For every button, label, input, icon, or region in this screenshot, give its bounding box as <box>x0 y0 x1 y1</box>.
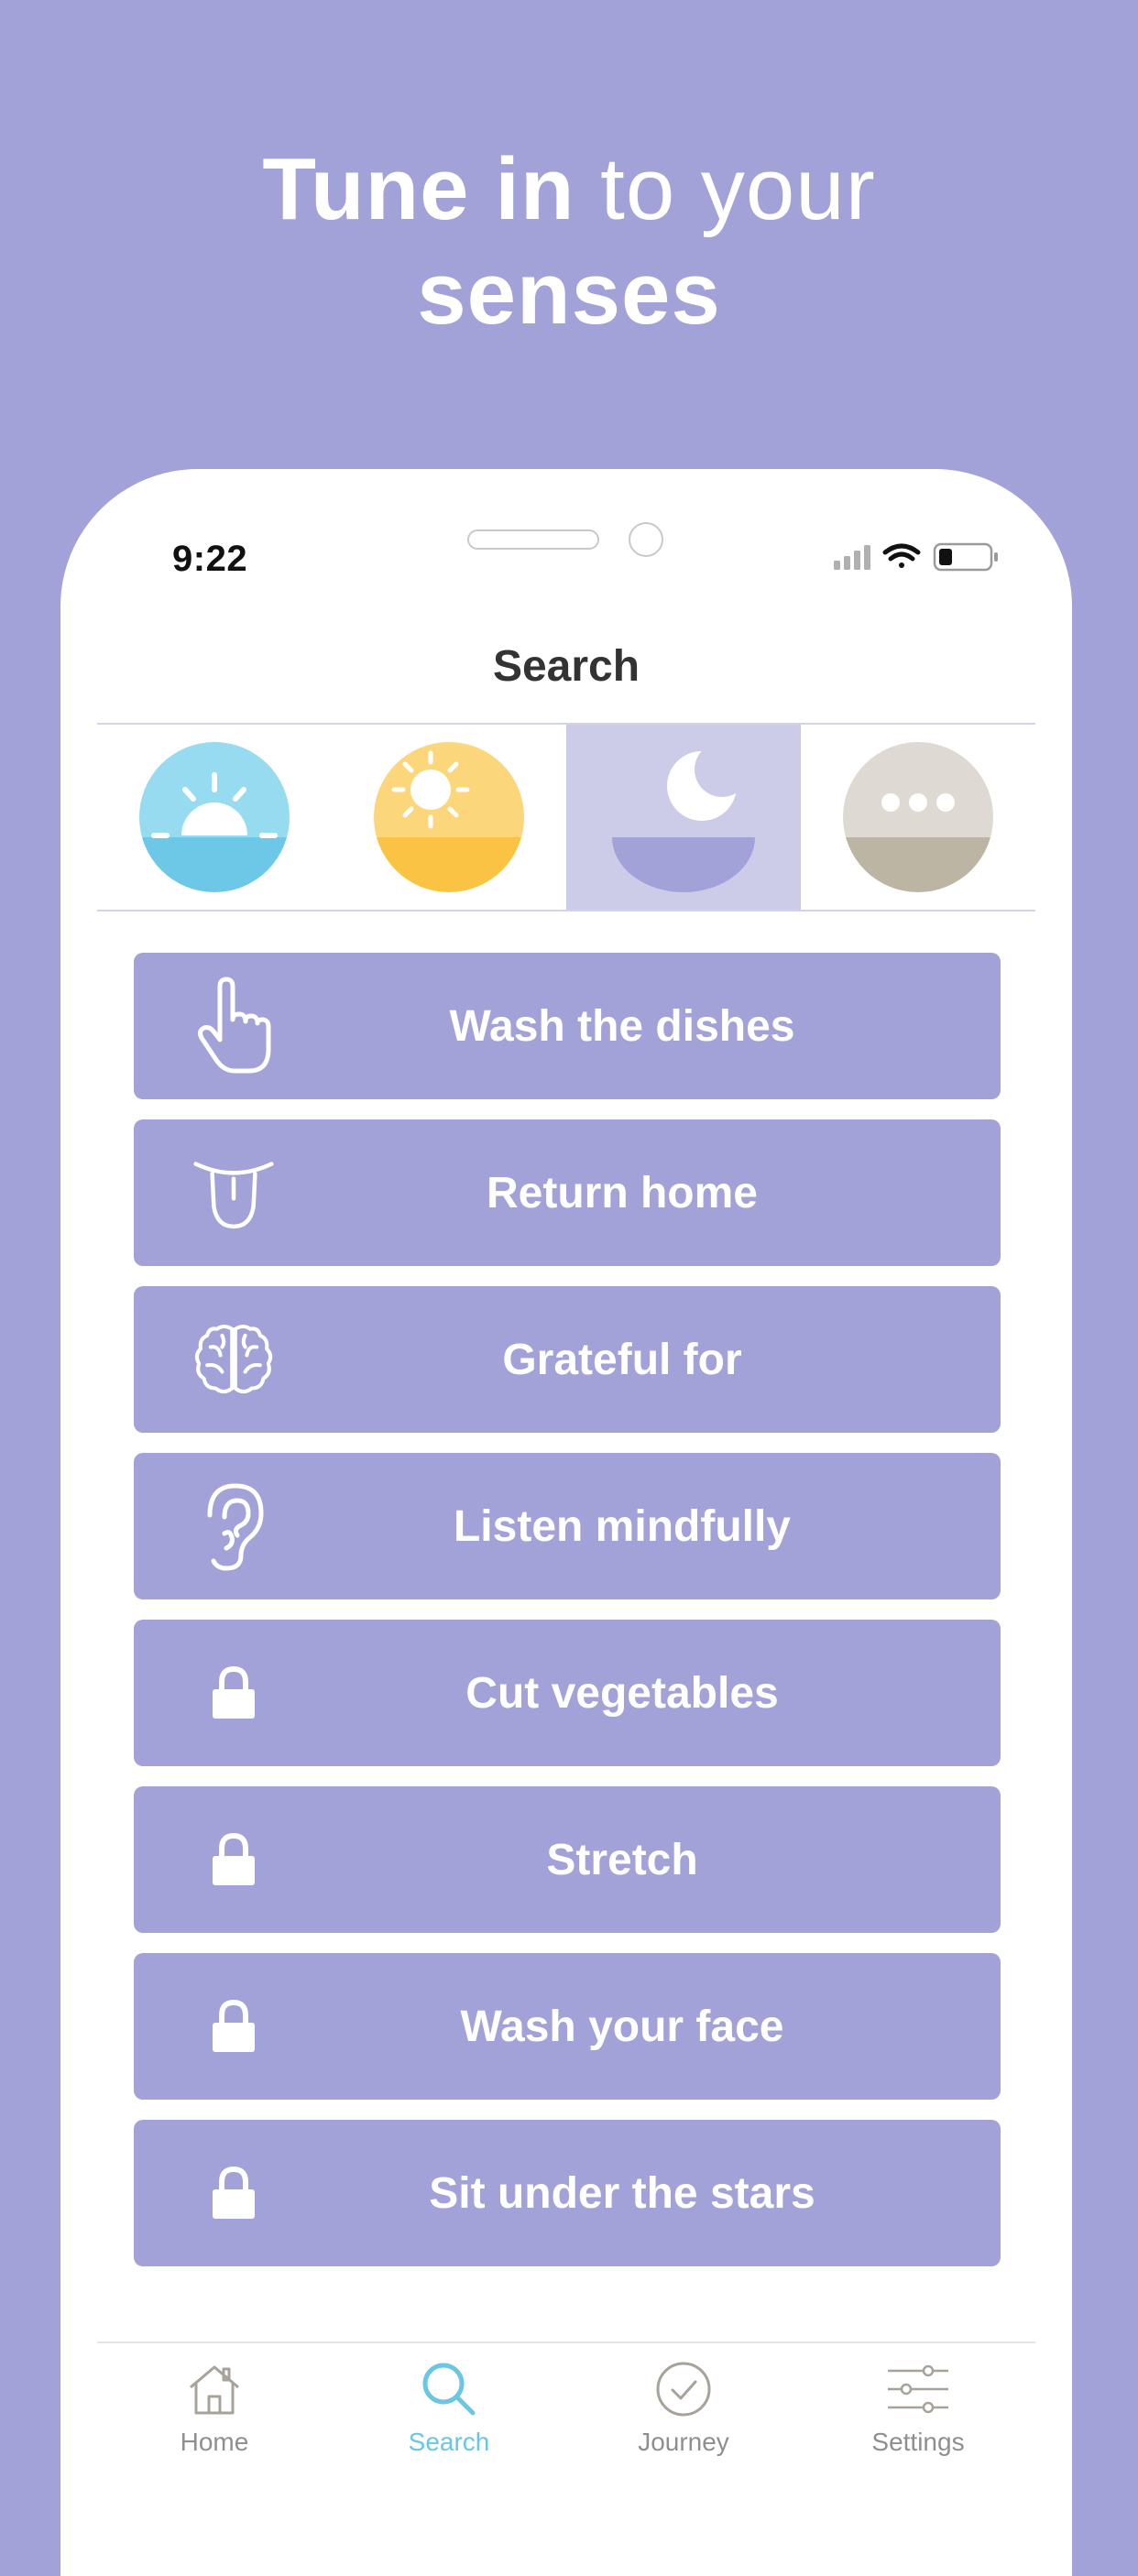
list-item-locked[interactable]: Wash your face <box>134 1953 1001 2100</box>
tab-search-label: Search <box>408 2428 490 2456</box>
status-time: 9:22 <box>172 539 248 579</box>
headline-bold-2: senses <box>417 245 721 343</box>
list-item-label: Wash the dishes <box>449 1001 795 1051</box>
list-item-label: Listen mindfully <box>453 1501 791 1551</box>
tab-home-label: Home <box>180 2428 249 2456</box>
tab-journey-label: Journey <box>638 2428 729 2456</box>
list-item[interactable]: Wash the dishes <box>134 953 1001 1099</box>
category-more[interactable] <box>801 725 1035 910</box>
phone-camera <box>629 522 663 557</box>
sun-icon <box>374 742 524 892</box>
list-item-locked[interactable]: Stretch <box>134 1786 1001 1933</box>
sunrise-icon <box>139 742 290 892</box>
list-item-locked[interactable]: Cut vegetables <box>134 1620 1001 1766</box>
list-item-locked[interactable]: Sit under the stars <box>134 2120 1001 2266</box>
phone-frame: 9:22 Search Wash the dishes Return home … <box>60 469 1072 2576</box>
list-item[interactable]: Grateful for <box>134 1286 1001 1433</box>
tab-search[interactable]: Search <box>332 2343 566 2472</box>
list-item[interactable]: Return home <box>134 1119 1001 1266</box>
headline-line-1: Tune in to your <box>0 137 1138 242</box>
list-item-label: Sit under the stars <box>429 2168 815 2218</box>
headline-bold-1: Tune in <box>262 140 575 238</box>
headline-line-2: senses <box>0 242 1138 346</box>
home-icon <box>190 2365 239 2415</box>
list-item-label: Return home <box>486 1168 758 1217</box>
cellular-signal-icon <box>834 545 870 570</box>
more-icon <box>843 742 993 892</box>
tab-settings-label: Settings <box>871 2428 965 2456</box>
screen-title: Search <box>492 642 640 691</box>
headline-light: to your <box>574 140 876 238</box>
tab-journey[interactable]: Journey <box>566 2343 801 2472</box>
list-item-label: Grateful for <box>502 1335 742 1384</box>
category-selector <box>97 723 1035 911</box>
activity-list: Wash the dishes Return home Grateful for… <box>134 953 1001 2287</box>
status-icons <box>834 540 1008 572</box>
tab-home[interactable]: Home <box>97 2343 332 2472</box>
category-night[interactable] <box>566 725 801 910</box>
sliders-icon <box>888 2364 948 2414</box>
category-day[interactable] <box>332 725 566 910</box>
wifi-icon <box>882 543 921 568</box>
category-sunrise[interactable] <box>97 725 332 910</box>
list-item-label: Wash your face <box>460 2002 784 2051</box>
phone-speaker <box>467 529 599 550</box>
search-icon <box>422 2363 476 2416</box>
check-circle-icon <box>656 2362 711 2417</box>
moon-icon <box>612 742 755 892</box>
list-item[interactable]: Listen mindfully <box>134 1453 1001 1599</box>
marketing-headline: Tune in to your senses <box>0 137 1138 346</box>
tab-bar: Home Search Journey Settings <box>97 2341 1035 2472</box>
list-item-label: Cut vegetables <box>465 1668 779 1718</box>
list-item-label: Stretch <box>546 1835 698 1884</box>
tab-settings[interactable]: Settings <box>801 2343 1035 2472</box>
battery-icon <box>933 542 998 572</box>
